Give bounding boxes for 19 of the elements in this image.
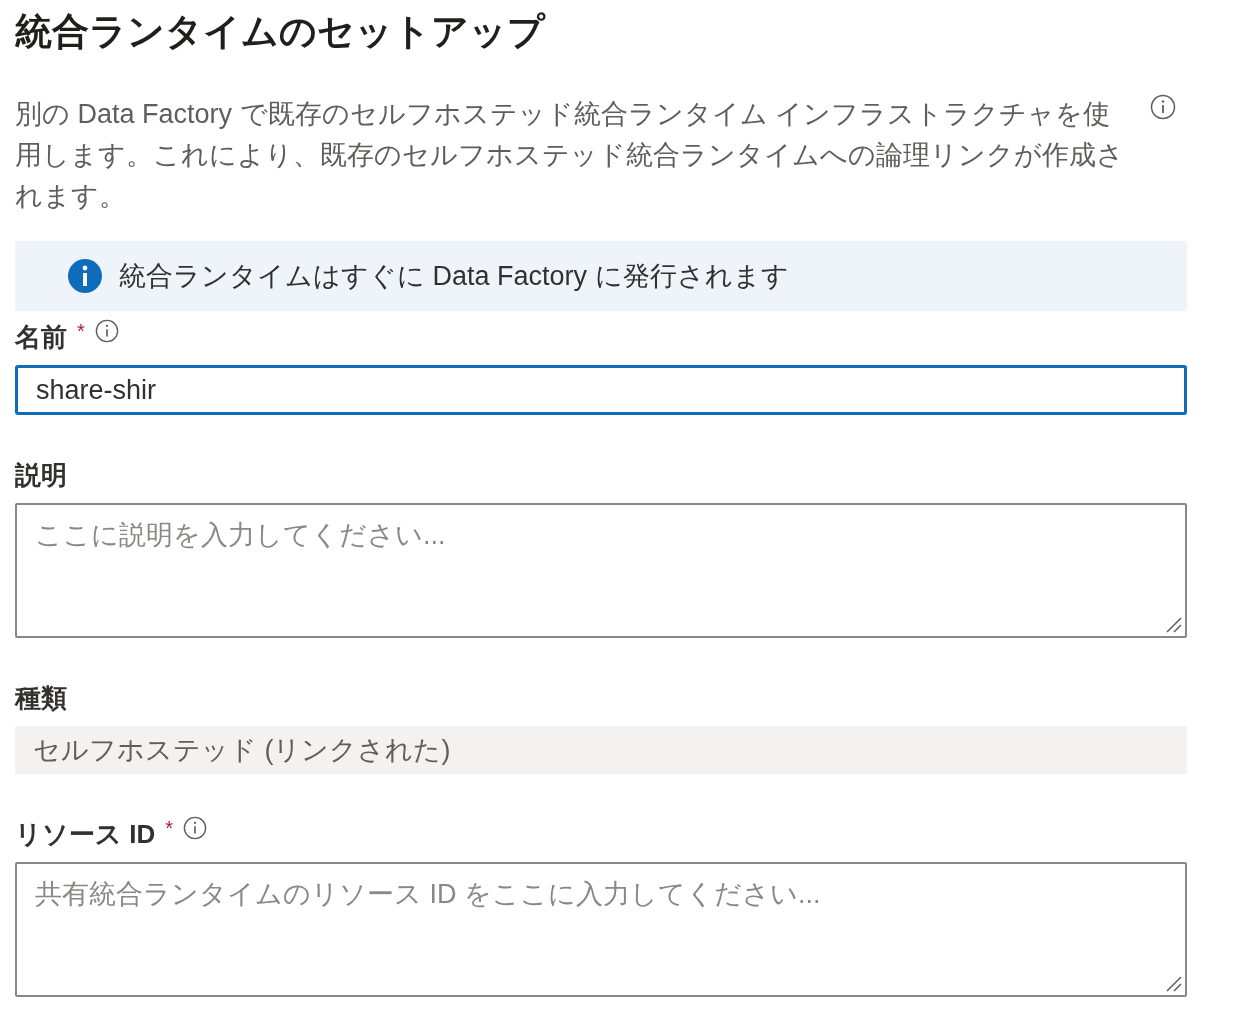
field-label: 説明 — [15, 459, 67, 492]
required-mark: * — [77, 319, 85, 343]
resize-grip-icon[interactable] — [1164, 974, 1182, 992]
page-title: 統合ランタイムのセットアップ — [15, 10, 547, 54]
required-mark: * — [165, 816, 174, 840]
info-icon[interactable] — [1150, 94, 1176, 120]
banner-text: 統合ランタイムはすぐに Data Factory に発行されます — [119, 260, 789, 293]
info-icon — [67, 258, 103, 294]
text-area[interactable]: 共有統合ランタイムのリソース ID をここに入力してください... — [15, 862, 1187, 997]
readonly-field: セルフホステッド (リンクされた) — [15, 726, 1187, 774]
info-icon[interactable] — [183, 816, 208, 840]
info-icon[interactable] — [94, 319, 119, 343]
name-input[interactable]: share-shir — [15, 365, 1187, 415]
text-area[interactable]: ここに説明を入力してください... — [15, 503, 1187, 638]
field-label: 名前 — [15, 321, 67, 354]
resize-grip-icon[interactable] — [1164, 615, 1182, 633]
field-label: 種類 — [15, 682, 67, 715]
field-label: リソース ID — [15, 818, 156, 851]
description-text: 別の Data Factory で既存のセルフホステッド統合ランタイム インフラストラクチャを使用します。これにより、既存のセルフホステッド統合ランタイムへの論理リンクが作成されます。 — [15, 98, 1125, 213]
